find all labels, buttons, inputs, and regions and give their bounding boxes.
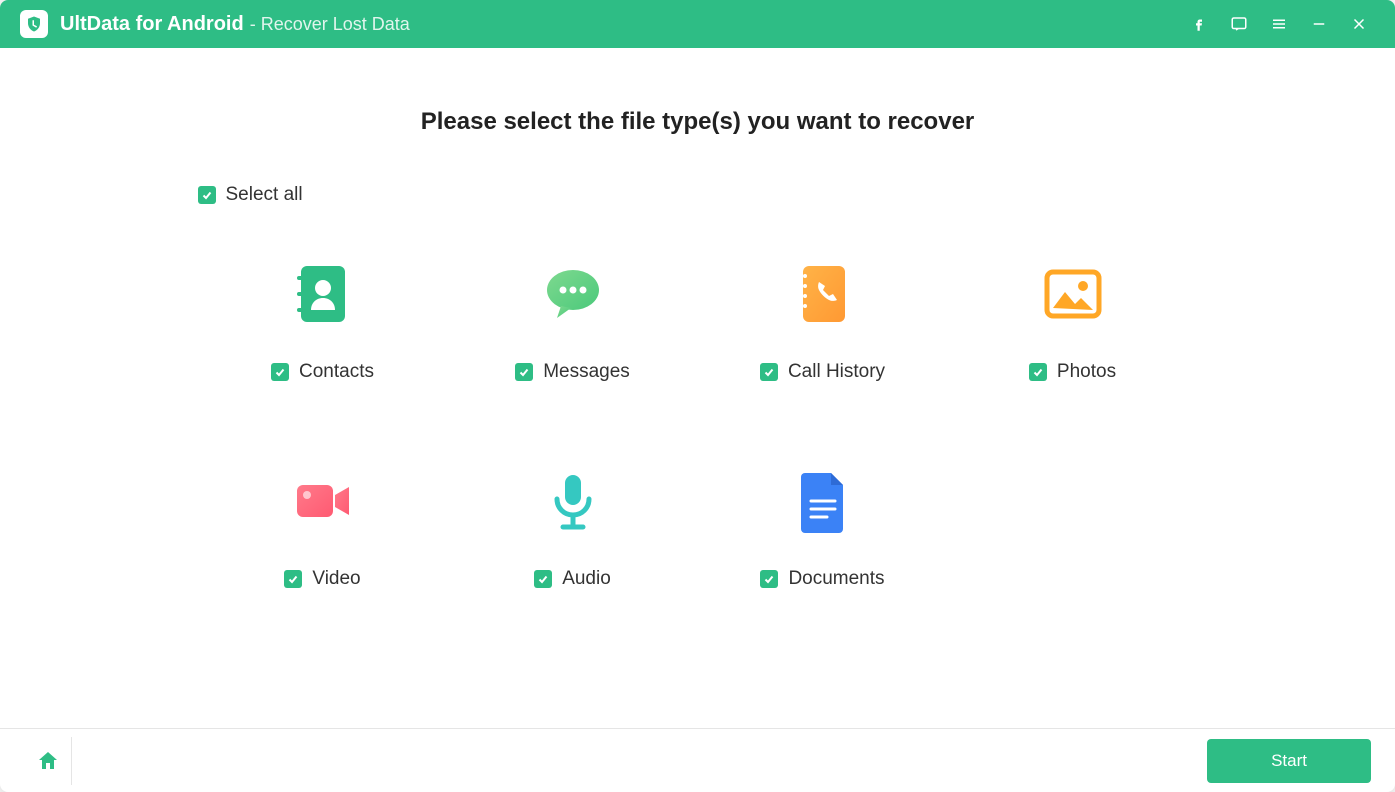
contacts-checkbox[interactable] bbox=[271, 363, 289, 381]
documents-label: Documents bbox=[788, 568, 884, 590]
call-history-checkbox[interactable] bbox=[760, 363, 778, 381]
facebook-icon[interactable] bbox=[1179, 4, 1219, 44]
photos-label: Photos bbox=[1057, 361, 1116, 383]
contacts-icon bbox=[291, 256, 355, 331]
app-window: UltData for Android - Recover Lost Data … bbox=[0, 0, 1395, 792]
documents-checkbox[interactable] bbox=[760, 570, 778, 588]
audio-icon bbox=[541, 463, 605, 538]
filetype-photos[interactable]: Photos bbox=[948, 256, 1198, 383]
page-heading: Please select the file type(s) you want … bbox=[421, 108, 975, 136]
home-button[interactable] bbox=[24, 737, 72, 785]
filetype-video[interactable]: Video bbox=[198, 463, 448, 590]
filetype-messages[interactable]: Messages bbox=[448, 256, 698, 383]
filetype-call-history[interactable]: Call History bbox=[698, 256, 948, 383]
titlebar: UltData for Android - Recover Lost Data bbox=[0, 0, 1395, 48]
footer: Start bbox=[0, 728, 1395, 792]
feedback-icon[interactable] bbox=[1219, 4, 1259, 44]
filetype-audio[interactable]: Audio bbox=[448, 463, 698, 590]
menu-icon[interactable] bbox=[1259, 4, 1299, 44]
app-logo-icon bbox=[20, 10, 48, 38]
video-checkbox[interactable] bbox=[284, 570, 302, 588]
app-title: UltData for Android bbox=[60, 13, 244, 36]
main-content: Please select the file type(s) you want … bbox=[0, 48, 1395, 728]
audio-label: Audio bbox=[562, 568, 611, 590]
close-icon[interactable] bbox=[1339, 4, 1379, 44]
messages-icon bbox=[541, 256, 605, 331]
messages-checkbox[interactable] bbox=[515, 363, 533, 381]
call-history-label: Call History bbox=[788, 361, 885, 383]
file-type-grid: Contacts Messages Call History bbox=[198, 256, 1198, 590]
messages-label: Messages bbox=[543, 361, 630, 383]
contacts-label: Contacts bbox=[299, 361, 374, 383]
filetype-documents[interactable]: Documents bbox=[698, 463, 948, 590]
select-all-row[interactable]: Select all bbox=[198, 184, 1198, 206]
minimize-icon[interactable] bbox=[1299, 4, 1339, 44]
audio-checkbox[interactable] bbox=[534, 570, 552, 588]
select-all-label: Select all bbox=[226, 184, 303, 206]
filetype-contacts[interactable]: Contacts bbox=[198, 256, 448, 383]
start-button[interactable]: Start bbox=[1207, 739, 1371, 783]
video-label: Video bbox=[312, 568, 360, 590]
documents-icon bbox=[791, 463, 855, 538]
photos-icon bbox=[1041, 256, 1105, 331]
photos-checkbox[interactable] bbox=[1029, 363, 1047, 381]
app-subtitle: - Recover Lost Data bbox=[250, 14, 410, 35]
video-icon bbox=[291, 463, 355, 538]
select-all-checkbox[interactable] bbox=[198, 186, 216, 204]
call-history-icon bbox=[791, 256, 855, 331]
